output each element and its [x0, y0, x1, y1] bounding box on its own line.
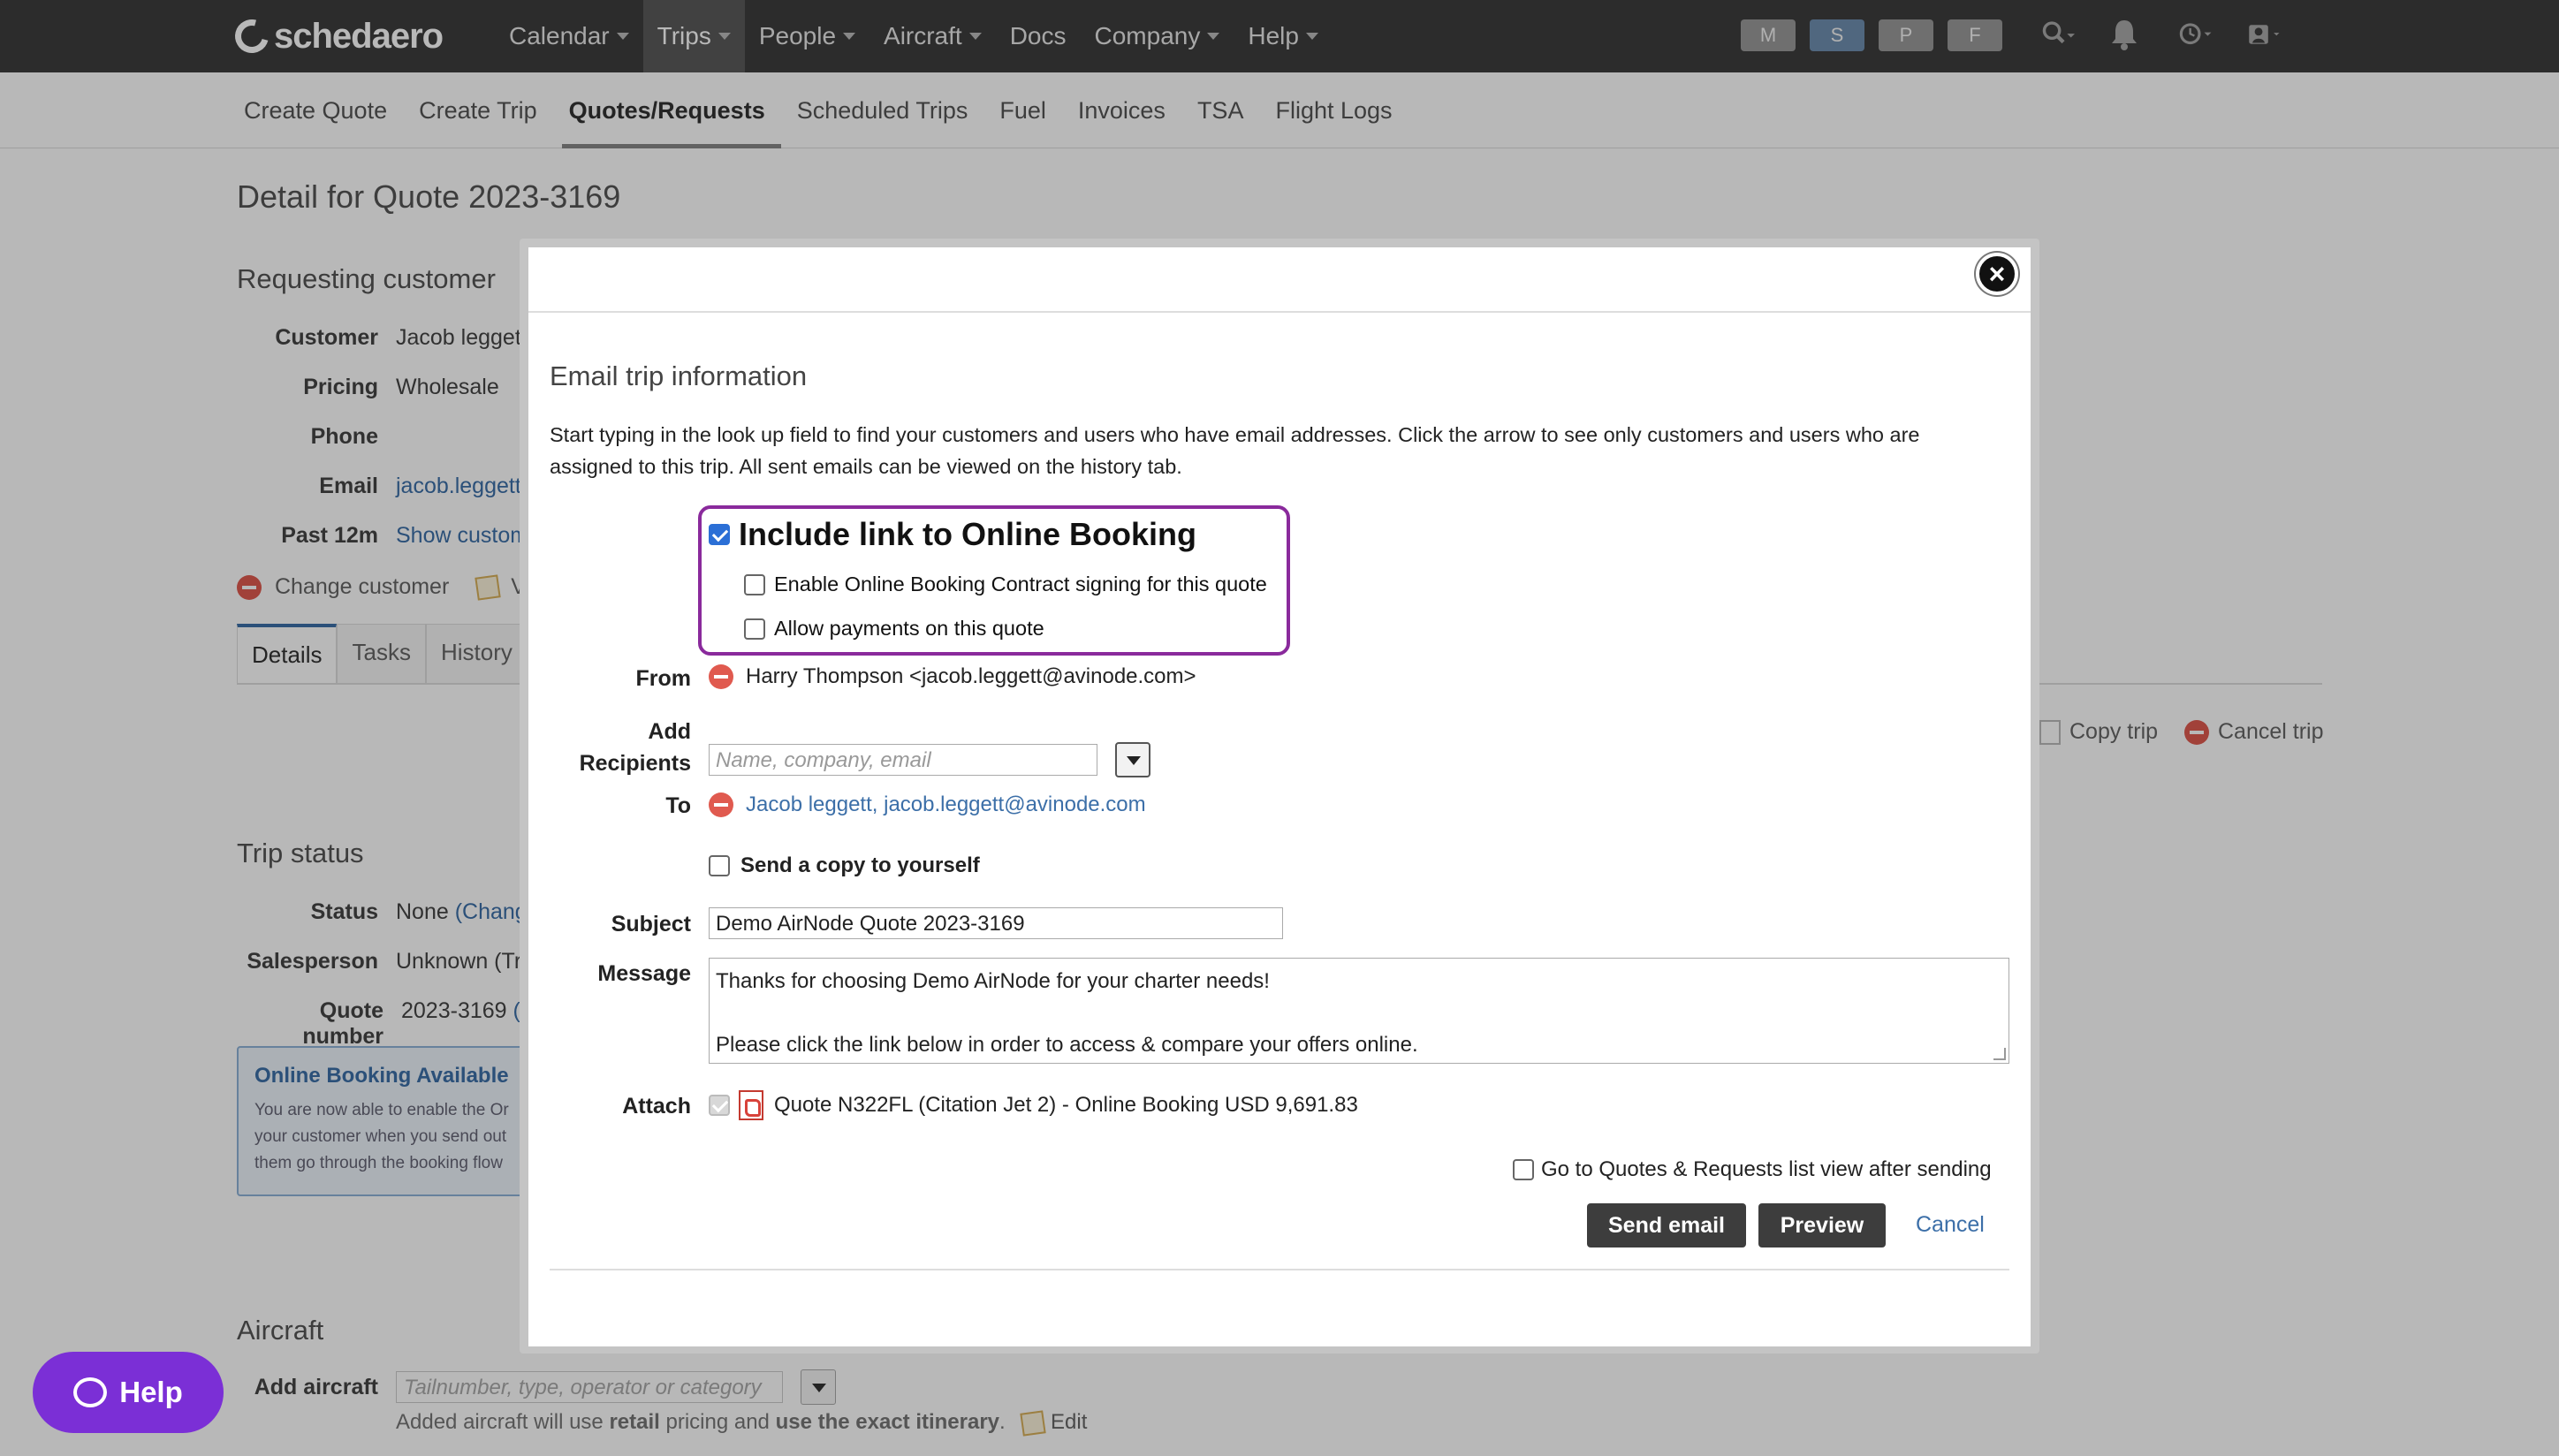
remove-recipient-icon[interactable] — [709, 792, 733, 817]
attachment-checkbox — [709, 1095, 730, 1116]
to-recipient-link[interactable]: Jacob leggett, jacob.leggett@avinode.com — [746, 792, 1146, 817]
goto-list-row: Go to Quotes & Requests list view after … — [1513, 1157, 1992, 1182]
add-recipients-label: Add Recipients — [579, 719, 691, 776]
contract-signing-row: Enable Online Booking Contract signing f… — [744, 573, 1267, 596]
attach-label: Attach — [622, 1094, 691, 1119]
include-online-booking-label: Include link to Online Booking — [739, 516, 1197, 552]
send-email-button[interactable]: Send email — [1587, 1203, 1746, 1247]
allow-payments-row: Allow payments on this quote — [744, 617, 1044, 641]
contract-signing-label: Enable Online Booking Contract signing f… — [774, 573, 1267, 595]
send-copy-label: Send a copy to yourself — [740, 853, 980, 877]
send-copy-row: Send a copy to yourself — [709, 853, 980, 878]
subject-label: Subject — [611, 912, 691, 937]
allow-payments-label: Allow payments on this quote — [774, 617, 1044, 640]
close-modal-button[interactable]: × — [1976, 253, 2018, 295]
allow-payments-checkbox[interactable] — [744, 618, 765, 640]
remove-sender-icon[interactable] — [709, 664, 733, 689]
goto-list-checkbox[interactable] — [1513, 1159, 1534, 1180]
message-label: Message — [597, 961, 691, 986]
attachment-name: Quote N322FL (Citation Jet 2) - Online B… — [774, 1093, 1358, 1117]
preview-button[interactable]: Preview — [1758, 1203, 1886, 1247]
include-online-booking-row: Include link to Online Booking — [709, 516, 1196, 553]
from-row: Harry Thompson <jacob.leggett@avinode.co… — [709, 664, 1196, 689]
modal-bottom-divider — [550, 1269, 2009, 1270]
to-row: Jacob leggett, jacob.leggett@avinode.com — [709, 792, 1146, 817]
subject-input[interactable]: Demo AirNode Quote 2023-3169 — [709, 907, 1283, 939]
chat-bubble-icon — [73, 1377, 108, 1407]
help-button[interactable]: Help — [33, 1352, 224, 1433]
message-textarea[interactable]: Thanks for choosing Demo AirNode for you… — [709, 958, 2009, 1064]
modal-title: Email trip information — [550, 360, 808, 391]
modal-divider — [528, 311, 2031, 313]
include-online-booking-checkbox[interactable] — [709, 524, 730, 545]
modal-description: Start typing in the look up field to fin… — [550, 423, 1920, 478]
resize-handle-icon[interactable] — [1993, 1048, 2006, 1060]
recipients-dropdown-button[interactable] — [1115, 742, 1150, 777]
goto-list-label: Go to Quotes & Requests list view after … — [1541, 1157, 1992, 1181]
from-label: From — [635, 666, 692, 691]
to-label: To — [665, 793, 691, 818]
attachment-row: Quote N322FL (Citation Jet 2) - Online B… — [709, 1090, 1358, 1120]
close-icon: × — [1988, 257, 2006, 290]
send-copy-checkbox[interactable] — [709, 855, 730, 876]
cancel-link[interactable]: Cancel — [1916, 1212, 1985, 1238]
pdf-icon — [739, 1090, 763, 1120]
from-value: Harry Thompson <jacob.leggett@avinode.co… — [746, 664, 1196, 688]
contract-signing-checkbox[interactable] — [744, 573, 765, 595]
recipients-input[interactable]: Name, company, email — [709, 744, 1097, 776]
